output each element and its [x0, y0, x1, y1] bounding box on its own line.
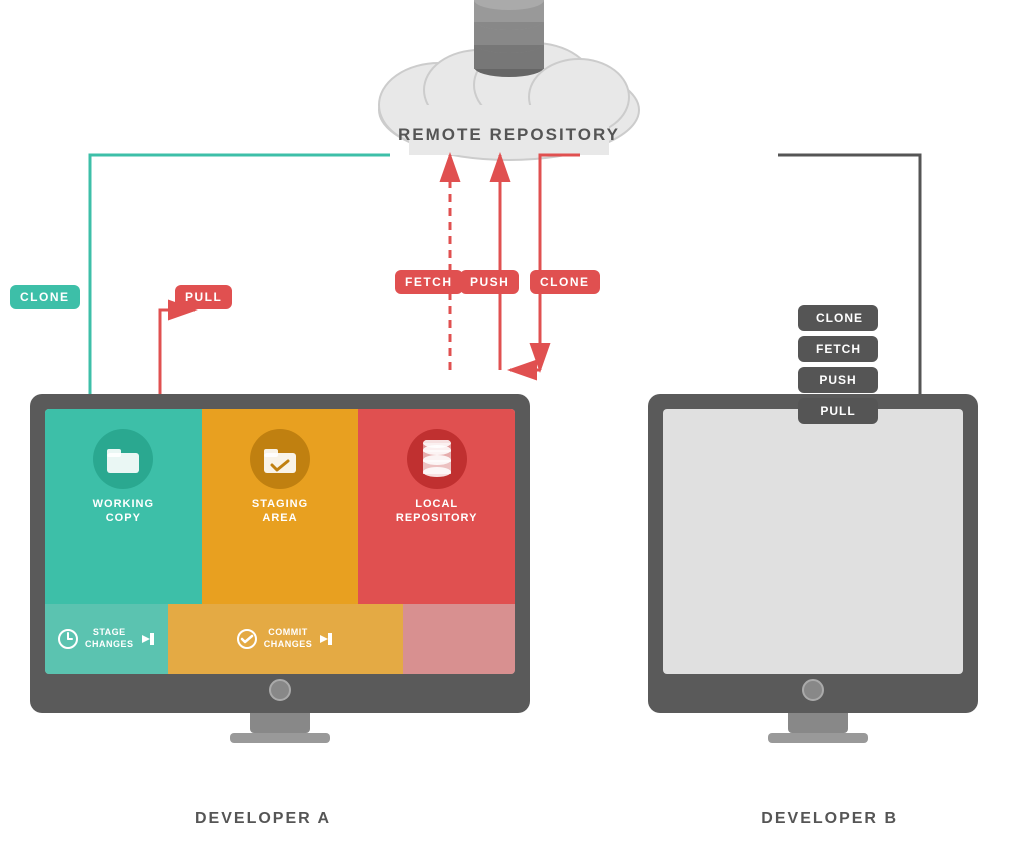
local-repo-label: LOCAL REPOSITORY — [396, 497, 478, 526]
staging-area-label: STAGING AREA — [252, 497, 308, 526]
dev-b-fetch-badge: FETCH — [798, 336, 878, 362]
local-repo-section: LOCAL REPOSITORY — [358, 409, 515, 604]
pull-badge: PULL — [175, 285, 232, 309]
monitor-developer-a: WORKING COPY STAGING AREA — [30, 394, 530, 743]
developer-a-label: DEVELOPER A — [195, 810, 331, 828]
staging-area-icon — [250, 429, 310, 489]
dev-b-clone-badge: CLONE — [798, 305, 878, 331]
push-badge: PUSH — [460, 270, 519, 294]
developer-b-badges: CLONE FETCH PUSH PULL — [798, 305, 878, 424]
clone-right-badge: CLONE — [530, 270, 600, 294]
local-repo-icon — [407, 429, 467, 489]
working-copy-section: WORKING COPY — [45, 409, 202, 604]
clone-left-badge: CLONE — [10, 285, 80, 309]
stage-changes-label: STAGECHANGES — [85, 627, 134, 650]
dev-b-pull-badge: PULL — [798, 398, 878, 424]
dev-b-push-badge: PUSH — [798, 367, 878, 393]
diagram-container: REMOTE REPOSITORY CLONE PULL — [0, 0, 1018, 858]
developer-b-label: DEVELOPER B — [761, 810, 898, 828]
commit-changes-label: COMMITCHANGES — [264, 627, 313, 650]
working-copy-label: WORKING COPY — [93, 497, 154, 526]
monitor-developer-b — [648, 394, 988, 743]
working-copy-icon — [93, 429, 153, 489]
svg-text:REMOTE REPOSITORY: REMOTE REPOSITORY — [398, 125, 620, 144]
staging-area-section: STAGING AREA — [202, 409, 359, 604]
fetch-badge: FETCH — [395, 270, 463, 294]
